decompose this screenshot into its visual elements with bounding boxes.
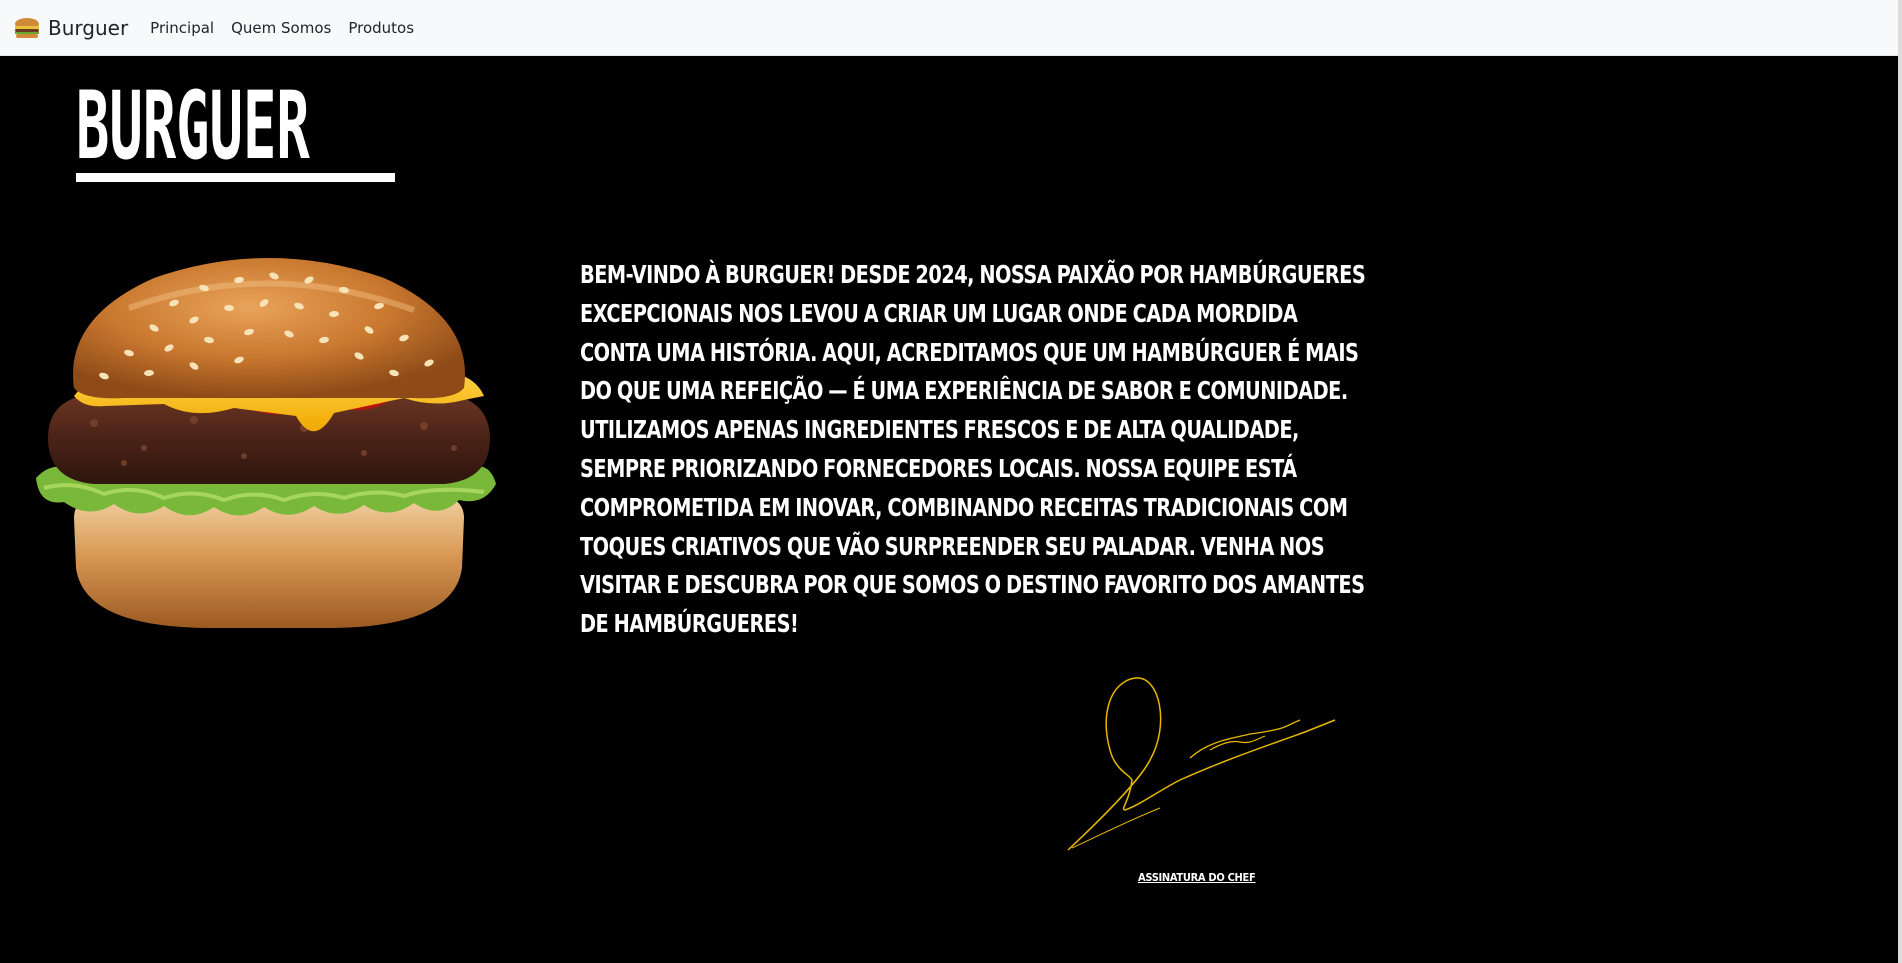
brand-label: Burguer: [48, 15, 129, 40]
nav-link-principal[interactable]: Principal: [150, 19, 214, 37]
brand-link[interactable]: Burguer: [13, 16, 128, 40]
page: Burguer Principal Quem Somos Produtos BU…: [0, 0, 1902, 963]
chef-signature-image: [1067, 677, 1336, 851]
nav-links: Principal Quem Somos Produtos: [150, 19, 431, 37]
nav-link-quem-somos[interactable]: Quem Somos: [231, 19, 331, 37]
burger-photo: [36, 258, 496, 628]
about-description: BEM-VINDO À BURGUER! DESDE 2024, NOSSA P…: [580, 256, 1380, 644]
about-description-text: BEM-VINDO À BURGUER! DESDE 2024, NOSSA P…: [580, 260, 1366, 639]
window-edge: [1898, 0, 1902, 963]
navbar: Burguer Principal Quem Somos Produtos: [0, 0, 1898, 56]
signature-caption: ASSINATURA DO CHEF: [1138, 871, 1256, 884]
burger-icon: [13, 17, 41, 39]
page-title: BURGUER: [76, 72, 395, 182]
page-title-text: BURGUER: [76, 72, 310, 181]
nav-link-produtos[interactable]: Produtos: [348, 19, 414, 37]
title-underline: [76, 173, 395, 182]
